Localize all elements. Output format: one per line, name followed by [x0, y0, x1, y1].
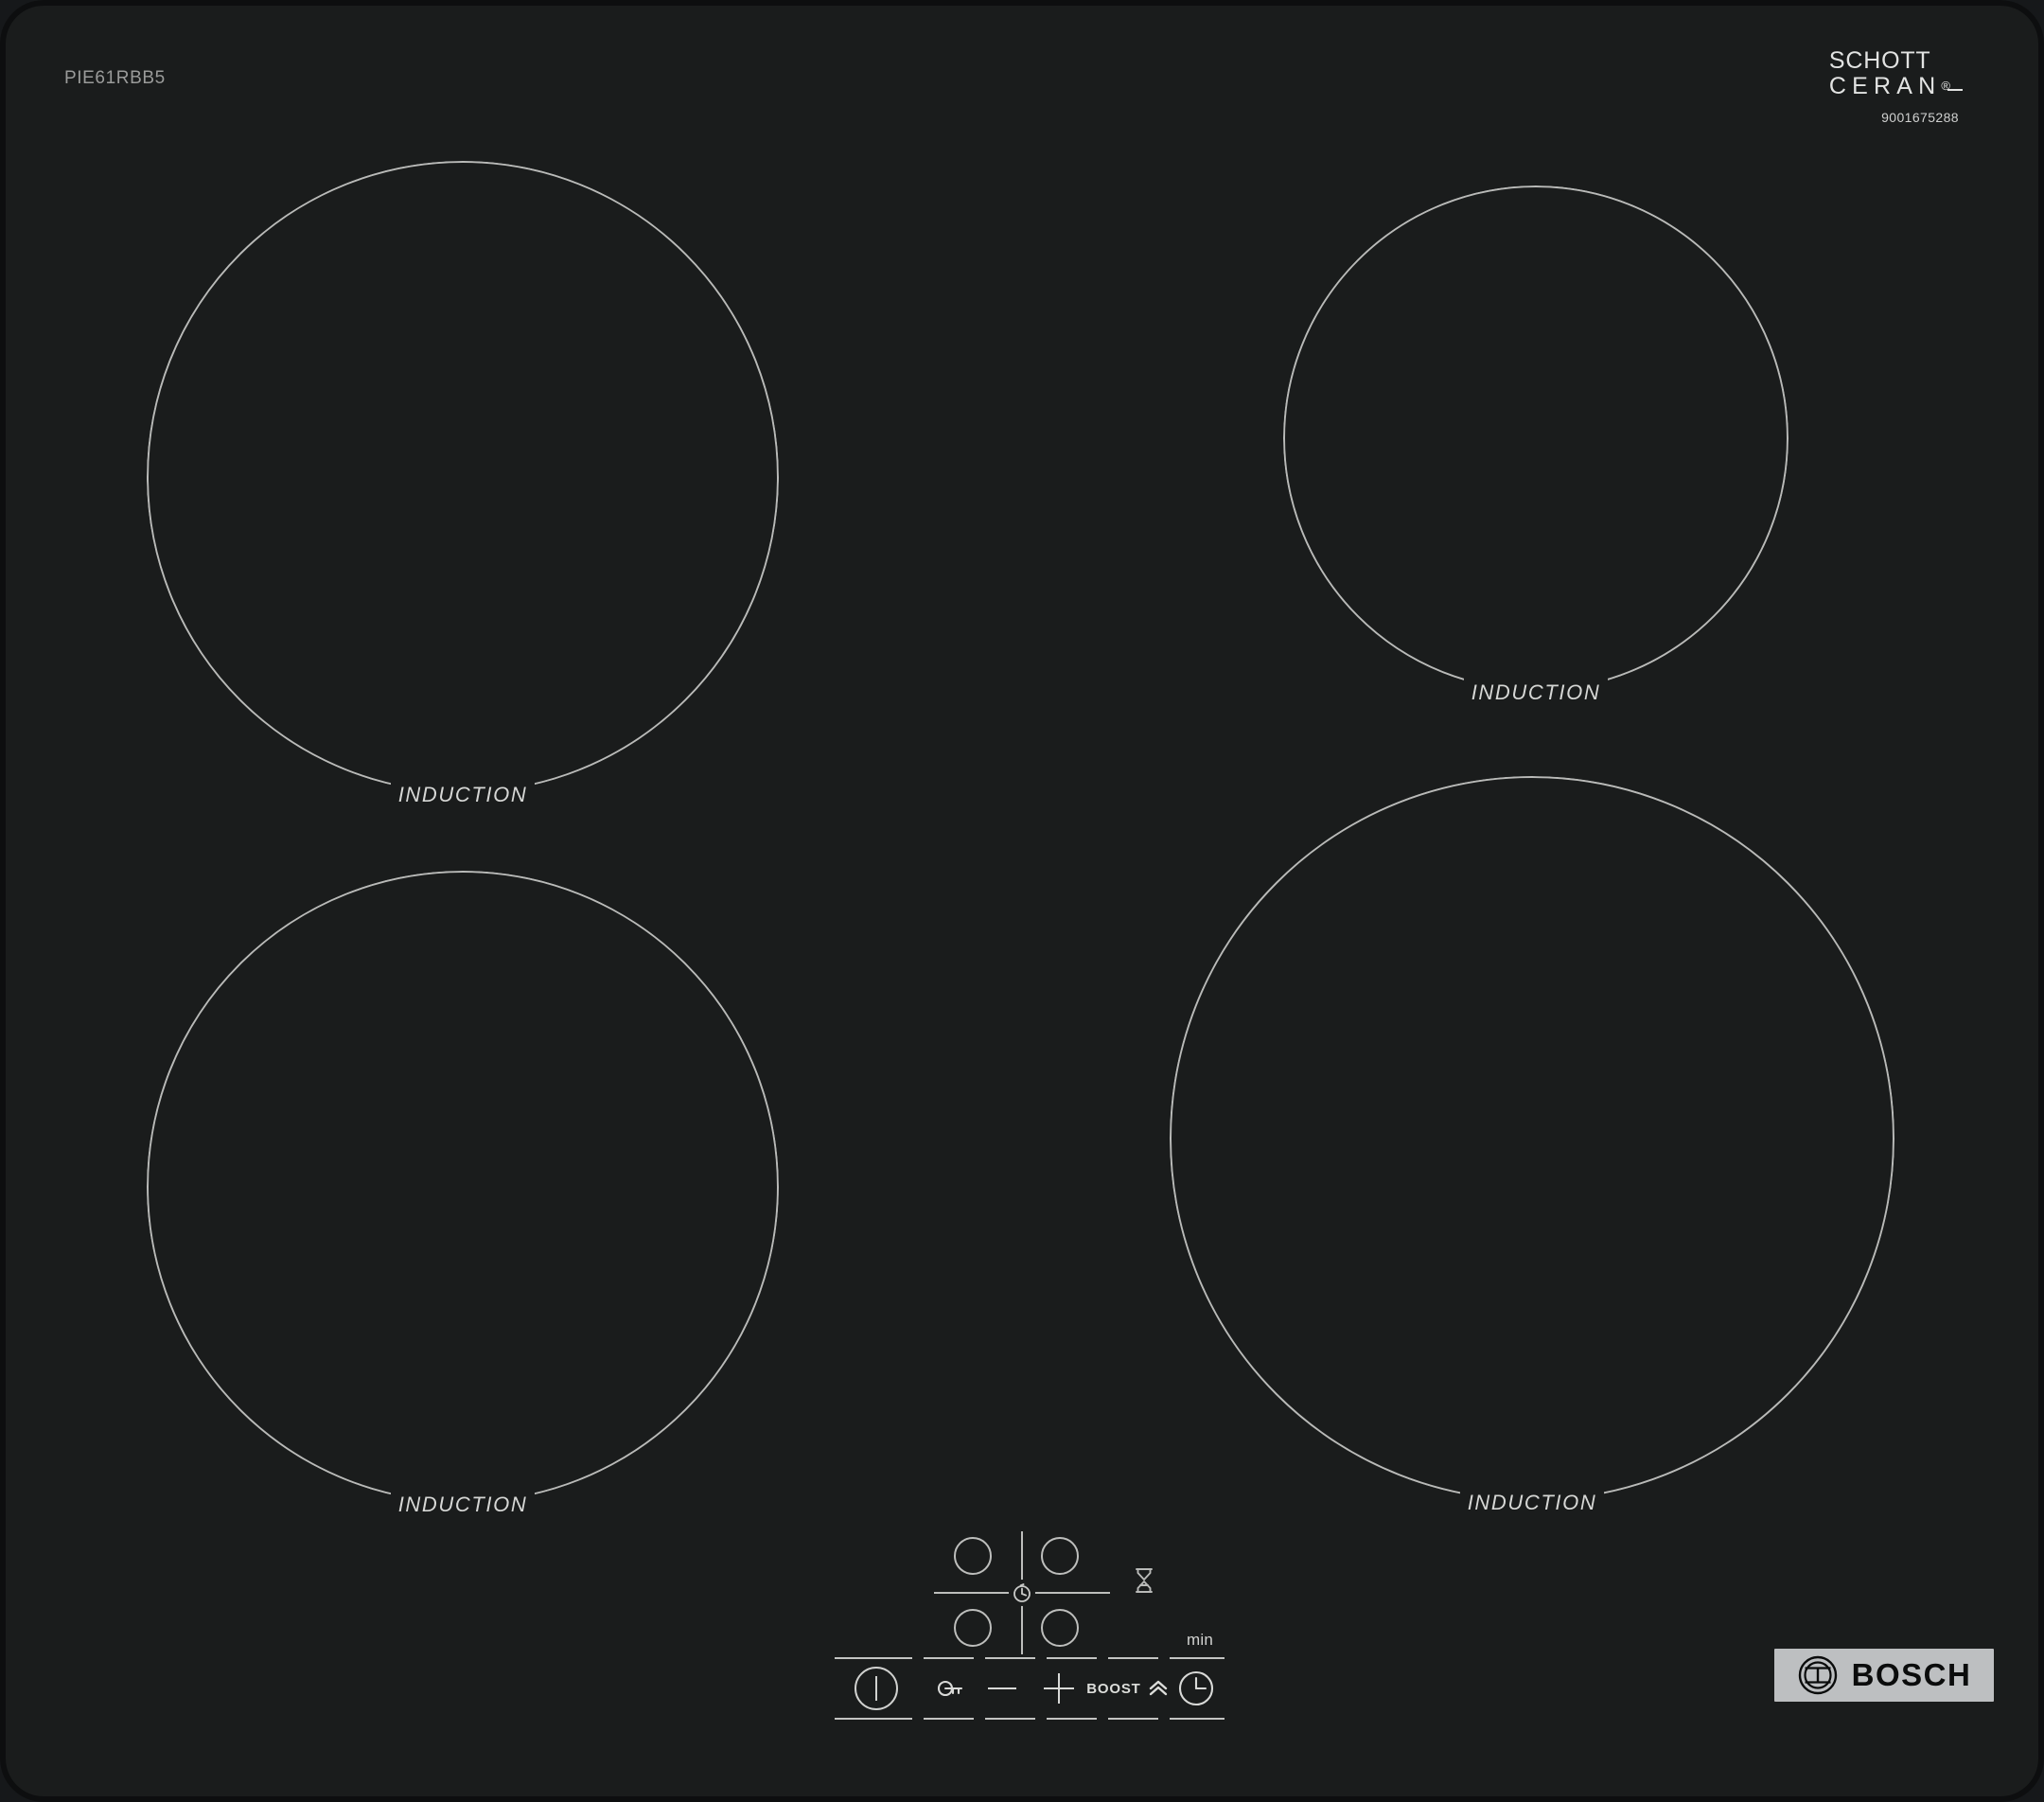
power-button[interactable] — [835, 1659, 918, 1718]
zone-select-front-right[interactable] — [1041, 1609, 1079, 1647]
timer-icon — [1013, 1583, 1031, 1602]
minus-button[interactable] — [974, 1659, 1030, 1718]
model-number-label: PIE61RBB5 — [64, 68, 166, 88]
strip-divider-gap — [1035, 1718, 1047, 1720]
cooking-zone-rear-left[interactable]: INDUCTION — [147, 871, 779, 1516]
strip-divider-gap — [974, 1718, 985, 1720]
strip-divider-gap — [912, 1718, 924, 1720]
cooking-zone-ring — [147, 161, 779, 793]
cooking-zone-label: INDUCTION — [397, 783, 528, 806]
glass-serial-number: 9001675288 — [1881, 109, 1959, 125]
cooking-zone-label: INDUCTION — [397, 1493, 528, 1516]
schott-ceran-brandmark: SCHOTT CERAN® 9001675288 — [1829, 49, 1963, 125]
induction-cooktop: PIE61RBB5 SCHOTT CERAN® 9001675288 INDUC… — [0, 0, 2044, 1802]
clock-icon — [1179, 1670, 1214, 1706]
plus-button[interactable] — [1031, 1659, 1086, 1718]
cooking-zone-ring — [1283, 186, 1788, 691]
cooking-zone-rear-right[interactable]: INDUCTION — [1283, 186, 1788, 704]
ceran-underbar — [1947, 89, 1963, 91]
zone-select-rear-left[interactable] — [954, 1537, 992, 1575]
bosch-wordmark: BOSCH — [1851, 1657, 1972, 1692]
four-zone-selector[interactable] — [934, 1531, 1110, 1654]
cooking-zone-label: INDUCTION — [1471, 680, 1601, 704]
boost-button[interactable]: BOOST — [1086, 1659, 1168, 1718]
ceramic-glass-surface: PIE61RBB5 SCHOTT CERAN® 9001675288 INDUC… — [0, 0, 2044, 1802]
zone-select-front-left[interactable] — [954, 1609, 992, 1647]
minus-icon — [988, 1687, 1017, 1689]
ceran-wordmark: CERAN — [1828, 73, 1942, 99]
hourglass-icon — [1132, 1566, 1156, 1595]
cooking-zone-front-right[interactable]: INDUCTION — [1170, 776, 1894, 1514]
zone-selector-center[interactable] — [1009, 1580, 1035, 1606]
min-unit-label: min — [1187, 1631, 1213, 1649]
zone-select-rear-right[interactable] — [1041, 1537, 1079, 1575]
bosch-logo-badge: BOSCH — [1774, 1649, 1994, 1702]
strip-divider-gap — [1097, 1718, 1108, 1720]
plus-icon — [1043, 1673, 1074, 1704]
cooking-zone-ring — [1170, 776, 1894, 1501]
key-icon — [937, 1680, 962, 1697]
power-icon — [855, 1667, 898, 1710]
lock-button[interactable] — [918, 1659, 974, 1718]
bosch-emblem-icon — [1798, 1655, 1837, 1695]
chevron-double-up-icon — [1149, 1680, 1167, 1696]
schott-wordmark: SCHOTT — [1828, 47, 1931, 74]
control-button-strip[interactable]: BOOST — [835, 1657, 1225, 1720]
cooking-zone-label: INDUCTION — [1467, 1491, 1597, 1514]
boost-label: BOOST — [1086, 1680, 1141, 1697]
strip-divider-gap — [1158, 1718, 1170, 1720]
cooking-zone-front-left[interactable]: INDUCTION — [147, 161, 779, 806]
cooking-zone-ring — [147, 871, 779, 1503]
timer-button[interactable] — [1169, 1659, 1225, 1718]
